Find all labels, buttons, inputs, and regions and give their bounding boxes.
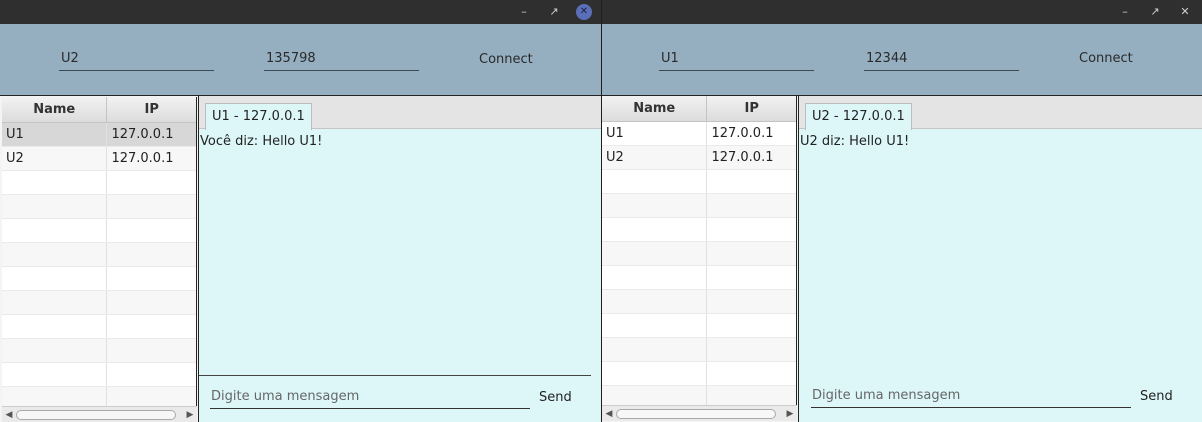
empty-row	[2, 363, 196, 387]
port-field[interactable]: 135798	[264, 49, 419, 71]
table-header: Name IP	[602, 96, 796, 122]
empty-row	[602, 194, 796, 218]
connect-button[interactable]: Connect	[1079, 49, 1133, 69]
column-header-name[interactable]: Name	[602, 96, 708, 121]
message-input[interactable]: Digite uma mensagem	[210, 387, 530, 409]
title-bar: – ↗ ✕	[602, 0, 1202, 24]
horizontal-scrollbar[interactable]: ◀ ▶	[602, 405, 797, 421]
empty-row	[2, 315, 196, 339]
send-button[interactable]: Send	[1140, 387, 1173, 407]
table-body: U1 127.0.0.1 U2 127.0.0.1	[602, 122, 796, 410]
message-input[interactable]: Digite uma mensagem	[811, 386, 1131, 408]
scroll-thumb[interactable]	[616, 409, 776, 419]
horizontal-scrollbar[interactable]: ◀ ▶	[2, 406, 197, 422]
cell-name: U2	[602, 146, 708, 169]
column-header-ip[interactable]: IP	[707, 96, 796, 121]
empty-row	[602, 266, 796, 290]
scroll-right-icon[interactable]: ▶	[184, 408, 196, 422]
cell-ip: 127.0.0.1	[711, 150, 774, 165]
chat-message: U2 diz: Hello U1!	[800, 134, 910, 149]
minimize-icon[interactable]: –	[1117, 4, 1133, 20]
tab-conversation[interactable]: U2 - 127.0.0.1	[805, 103, 912, 130]
cell-name: U1	[602, 122, 708, 145]
empty-row	[602, 242, 796, 266]
close-icon[interactable]: ✕	[1177, 4, 1193, 20]
maximize-icon[interactable]: ↗	[546, 4, 562, 20]
empty-row	[602, 290, 796, 314]
send-button[interactable]: Send	[539, 388, 572, 408]
scroll-left-icon[interactable]: ◀	[3, 408, 15, 422]
table-row[interactable]: U2 127.0.0.1	[602, 146, 796, 170]
connection-bar: U2 135798 Connect	[0, 24, 601, 96]
column-header-ip[interactable]: IP	[107, 97, 196, 122]
empty-row	[602, 314, 796, 338]
minimize-icon[interactable]: –	[516, 4, 532, 20]
empty-row	[2, 291, 196, 315]
chat-panel: U1 - 127.0.0.1 Você diz: Hello U1! Digit…	[198, 96, 601, 422]
maximize-icon[interactable]: ↗	[1147, 4, 1163, 20]
table-header: Name IP	[2, 97, 196, 123]
connect-button[interactable]: Connect	[479, 50, 533, 70]
scroll-thumb[interactable]	[16, 410, 176, 420]
port-field[interactable]: 12344	[864, 49, 1019, 71]
empty-row	[2, 339, 196, 363]
cell-ip: 127.0.0.1	[111, 127, 174, 142]
title-bar: – ↗ ✕	[0, 0, 601, 24]
composer-divider	[199, 375, 591, 376]
username-field[interactable]: U2	[59, 49, 214, 71]
empty-row	[602, 362, 796, 386]
scroll-left-icon[interactable]: ◀	[603, 407, 615, 421]
empty-row	[2, 171, 196, 195]
users-table: Name IP U1 127.0.0.1 U2 127.0.0.1 ◀ ▶	[2, 97, 197, 422]
cell-ip: 127.0.0.1	[711, 126, 774, 141]
chat-panel: U2 - 127.0.0.1 U2 diz: Hello U1! Digite …	[798, 96, 1202, 422]
chat-tabbar: U2 - 127.0.0.1	[799, 96, 1202, 130]
connection-bar: U1 12344 Connect	[602, 24, 1202, 96]
scroll-right-icon[interactable]: ▶	[784, 407, 796, 421]
empty-row	[2, 219, 196, 243]
empty-row	[2, 267, 196, 291]
chat-window-left: – ↗ ✕ U2 135798 Connect Name IP U1 127.0…	[0, 0, 601, 422]
empty-row	[2, 195, 196, 219]
cell-name: U1	[2, 123, 108, 146]
table-row[interactable]: U1 127.0.0.1	[602, 122, 796, 146]
cell-ip: 127.0.0.1	[111, 151, 174, 166]
tab-conversation[interactable]: U1 - 127.0.0.1	[205, 103, 312, 130]
table-row[interactable]: U2 127.0.0.1	[2, 147, 196, 171]
chat-tabbar: U1 - 127.0.0.1	[199, 96, 601, 130]
column-header-name[interactable]: Name	[2, 97, 108, 122]
users-table: Name IP U1 127.0.0.1 U2 127.0.0.1 ◀ ▶	[602, 96, 797, 421]
chat-window-right: – ↗ ✕ U1 12344 Connect Name IP U1 127.0.…	[602, 0, 1202, 422]
table-row[interactable]: U1 127.0.0.1	[2, 123, 196, 147]
empty-row	[602, 170, 796, 194]
table-body: U1 127.0.0.1 U2 127.0.0.1	[2, 123, 196, 411]
empty-row	[602, 338, 796, 362]
empty-row	[602, 218, 796, 242]
chat-message: Você diz: Hello U1!	[200, 134, 323, 149]
close-icon[interactable]: ✕	[576, 4, 592, 20]
cell-name: U2	[2, 147, 108, 170]
empty-row	[2, 243, 196, 267]
username-field[interactable]: U1	[659, 49, 814, 71]
